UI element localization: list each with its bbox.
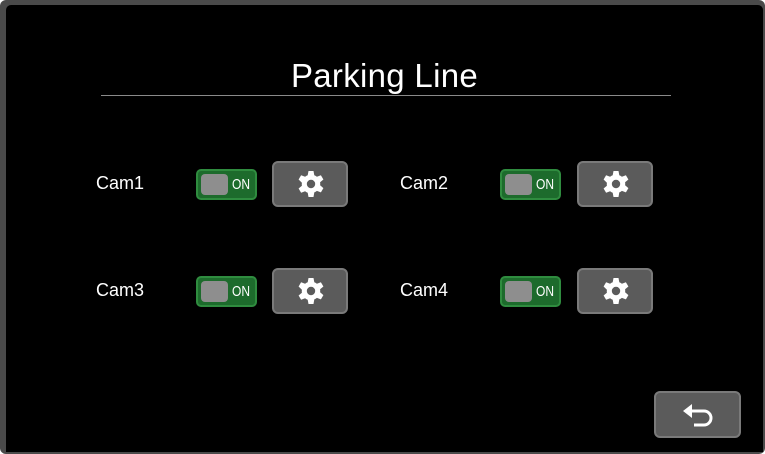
page-title: Parking Line bbox=[290, 57, 479, 94]
cam-label: Cam2 bbox=[400, 173, 449, 193]
cam-label: Cam3 bbox=[96, 280, 145, 300]
toggle-state: ON bbox=[232, 176, 250, 193]
cam-row-3: Cam3 ON bbox=[96, 268, 396, 314]
cam-row-1: Cam1 ON bbox=[96, 161, 396, 207]
toggle-knob bbox=[505, 281, 532, 302]
back-arrow-icon bbox=[683, 404, 713, 427]
cam-row-4: Cam4 ON bbox=[400, 268, 700, 314]
gear-icon bbox=[298, 278, 324, 304]
device-frame: Parking Line Cam1 ON Cam2 ON Cam3 ON Cam… bbox=[0, 0, 765, 454]
title-divider bbox=[101, 95, 671, 96]
back-button[interactable] bbox=[654, 391, 741, 438]
toggle-state: ON bbox=[536, 283, 554, 300]
gear-icon bbox=[298, 171, 324, 197]
toggle-state: ON bbox=[232, 283, 250, 300]
cam1-toggle[interactable]: ON bbox=[196, 169, 257, 200]
cam4-toggle[interactable]: ON bbox=[500, 276, 561, 307]
cam4-settings-button[interactable] bbox=[577, 268, 653, 314]
cam1-settings-button[interactable] bbox=[272, 161, 348, 207]
toggle-knob bbox=[201, 281, 228, 302]
cam3-toggle[interactable]: ON bbox=[196, 276, 257, 307]
cam3-settings-button[interactable] bbox=[272, 268, 348, 314]
cam-row-2: Cam2 ON bbox=[400, 161, 700, 207]
toggle-knob bbox=[505, 174, 532, 195]
gear-icon bbox=[603, 278, 629, 304]
cam-label: Cam4 bbox=[400, 280, 449, 300]
toggle-knob bbox=[201, 174, 228, 195]
screen: Parking Line Cam1 ON Cam2 ON Cam3 ON Cam… bbox=[6, 5, 763, 452]
cam2-settings-button[interactable] bbox=[577, 161, 653, 207]
cam2-toggle[interactable]: ON bbox=[500, 169, 561, 200]
toggle-state: ON bbox=[536, 176, 554, 193]
gear-icon bbox=[603, 171, 629, 197]
cam-label: Cam1 bbox=[96, 173, 145, 193]
